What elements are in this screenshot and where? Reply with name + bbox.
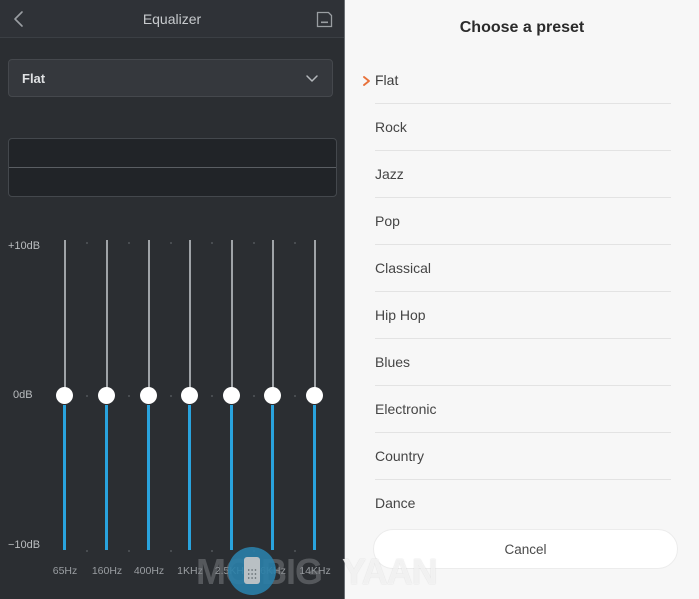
preset-sheet: Choose a preset Flat Rock Jazz Pop Classical… [345,0,699,599]
equalizer-panel: Equalizer Flat 65Hz 160Hz 400Hz 1KHz 2.5K [0,0,345,599]
frequency-label: 160Hz [91,565,123,577]
preset-list-item[interactable]: Hip Hop [375,292,671,339]
preset-list-item[interactable]: Blues [375,339,671,386]
tick-dot [86,550,88,552]
band-slider-rail [231,240,233,395]
preset-list-item-label: Blues [375,354,411,370]
band-slider-rail [189,240,191,395]
band-slider-thumb[interactable] [98,387,115,404]
preset-list-item-label: Country [375,448,425,464]
tick-dot [211,550,213,552]
frequency-response-curve [8,138,337,197]
tick-dot [128,395,130,397]
save-document-icon[interactable] [314,9,335,30]
preset-list-item[interactable]: Jazz [375,151,671,198]
curve-flat-line [9,167,336,168]
tick-dot [169,242,172,244]
preset-list-item[interactable]: Dance [375,480,671,509]
band-slider-thumb[interactable] [306,387,323,404]
band-slider[interactable] [55,225,75,555]
band-slider-rail [314,240,316,395]
preset-list-item-label: Classical [375,260,432,276]
band-slider[interactable] [305,225,325,555]
tick-dot [252,395,255,397]
band-slider-rail [106,240,108,395]
preset-list-item[interactable]: Classical [375,245,671,292]
preset-dropdown-value: Flat [22,70,46,86]
tick-dot [128,550,130,552]
tick-dot [211,395,213,397]
preset-list-item-label: Hip Hop [375,307,426,323]
cancel-button-label: Cancel [504,541,547,557]
preset-list-item-label: Jazz [375,166,404,182]
preset-sheet-title: Choose a preset [459,19,585,36]
preset-list-item-label: Pop [375,213,400,229]
frequency-label: 2.5KHz [214,565,250,577]
tick-dot [169,550,172,552]
equalizer-screen: Equalizer Flat 65Hz 160Hz 400Hz 1KHz 2.5K [0,0,699,599]
axis-label-bottom: −10dB [8,539,41,551]
chevron-right-icon [362,74,372,86]
band-slider-rail [64,240,66,395]
band-slider-thumb[interactable] [181,387,198,404]
band-slider-thumb[interactable] [140,387,157,404]
band-slider[interactable] [180,225,200,555]
tick-dot [128,242,130,244]
page-title: Equalizer [142,11,202,27]
frequency-label: 14KHz [299,565,331,577]
preset-list-item[interactable]: Electronic [375,386,671,433]
tick-dot [86,242,88,244]
band-slider-thumb[interactable] [223,387,240,404]
axis-label-top: +10dB [8,240,41,252]
preset-list-item[interactable]: Pop [375,198,671,245]
preset-list-item-label: Rock [375,119,407,135]
band-slider-fill [188,405,191,550]
frequency-label: 1KHz [177,565,203,577]
band-slider-fill [63,405,66,550]
band-slider[interactable] [139,225,159,555]
preset-list-item[interactable]: Country [375,433,671,480]
band-slider-rail [272,240,274,395]
band-slider[interactable] [222,225,242,555]
preset-list-item-label: Flat [375,72,399,88]
tick-dot [294,395,296,397]
tick-dot [211,242,213,244]
tick-dot [86,395,88,397]
preset-list-item-label: Electronic [375,401,437,417]
preset-dropdown[interactable]: Flat [8,59,333,97]
frequency-label: 65Hz [52,565,78,577]
band-slider-fill [271,405,274,550]
tick-dot [169,395,172,397]
tick-dot [252,242,255,244]
band-slider-fill [313,405,316,550]
axis-label-mid: 0dB [13,389,33,401]
tick-dot [294,242,296,244]
preset-list-item[interactable]: Flat [363,57,671,104]
band-slider-fill [147,405,150,550]
tick-dot [294,550,296,552]
band-slider-thumb[interactable] [264,387,281,404]
frequency-label: 400Hz [133,565,165,577]
chevron-down-icon [305,71,319,85]
band-slider[interactable] [263,225,283,555]
band-slider-thumb[interactable] [56,387,73,404]
cancel-button[interactable]: Cancel [373,529,678,569]
frequency-label: 6KHz [260,565,286,577]
band-slider[interactable] [97,225,117,555]
preset-list-item[interactable]: Rock [375,104,671,151]
preset-list-item-label: Dance [375,495,416,509]
band-slider-rail [148,240,150,395]
equalizer-header: Equalizer [0,0,344,38]
preset-list[interactable]: Flat Rock Jazz Pop Classical Hip Hop Blues Elec… [345,57,699,509]
band-slider-fill [105,405,108,550]
tick-dot [252,550,255,552]
band-slider-fill [230,405,233,550]
